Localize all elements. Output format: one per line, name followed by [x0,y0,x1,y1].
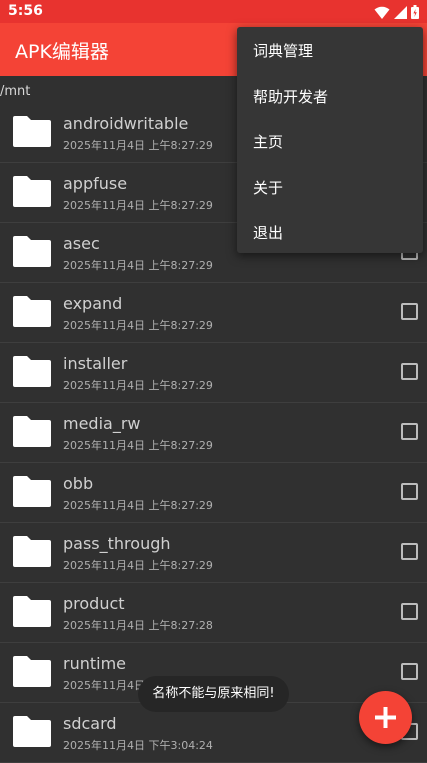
file-row-pass-through[interactable]: pass_through 2025年11月4日 上午8:27:29 [0,523,427,583]
file-name: obb [63,474,94,493]
file-date: 2025年11月4日 下午3:04:24 [63,739,213,752]
file-name: media_rw [63,414,141,433]
select-checkbox[interactable] [401,423,418,440]
file-date: 2025年11月4日 上午8:27:29 [63,439,213,452]
status-icons [374,4,419,20]
folder-icon [13,356,51,387]
status-time: 5:56 [8,3,43,19]
toast-message: 名称不能与原来相同! [138,676,289,712]
file-name: product [63,594,125,613]
file-date: 2025年11月4日 上午8:27:29 [63,199,213,212]
signal-icon [394,5,407,19]
folder-icon [13,536,51,567]
menu-item-exit[interactable]: 退出 [237,211,423,257]
select-checkbox[interactable] [401,483,418,500]
file-row-installer[interactable]: installer 2025年11月4日 上午8:27:29 [0,343,427,403]
folder-icon [13,716,51,747]
overflow-menu: 词典管理 帮助开发者 主页 关于 退出 [237,27,423,253]
file-name: asec [63,234,100,253]
file-date: 2025年11月4日 上午8:27:29 [63,259,213,272]
select-checkbox[interactable] [401,543,418,560]
folder-icon [13,476,51,507]
file-date: 2025年11月4日 上午8:27:28 [63,619,213,632]
select-checkbox[interactable] [401,663,418,680]
file-row-media-rw[interactable]: media_rw 2025年11月4日 上午8:27:29 [0,403,427,463]
file-date: 2025年11月4日 上午8:27:29 [63,139,213,152]
folder-icon [13,596,51,627]
battery-icon [411,5,419,19]
menu-item-home[interactable]: 主页 [237,120,423,166]
file-name: pass_through [63,534,171,553]
folder-icon [13,116,51,147]
select-checkbox[interactable] [401,363,418,380]
file-row-expand[interactable]: expand 2025年11月4日 上午8:27:29 [0,283,427,343]
file-name: androidwritable [63,114,189,133]
file-name: runtime [63,654,127,673]
folder-icon [13,296,51,327]
select-checkbox[interactable] [401,303,418,320]
file-row-obb[interactable]: obb 2025年11月4日 上午8:27:29 [0,463,427,523]
folder-icon [13,236,51,267]
file-date: 2025年11月4日 上午8:27:29 [63,559,213,572]
menu-item-dictionary[interactable]: 词典管理 [237,29,423,75]
status-bar: 5:56 [0,0,427,23]
file-row-product[interactable]: product 2025年11月4日 上午8:27:28 [0,583,427,643]
file-name: installer [63,354,128,373]
select-checkbox[interactable] [401,603,418,620]
app-title: APK编辑器 [15,41,109,63]
plus-icon [375,707,396,728]
file-date: 2025年11月4日 上午8:27:29 [63,379,213,392]
menu-item-about[interactable]: 关于 [237,166,423,212]
file-date: 2025年11月4日 上午8:27:29 [63,499,213,512]
folder-icon [13,176,51,207]
file-date: 2025年11月4日 上午8:27:29 [63,319,213,332]
file-name: expand [63,294,123,313]
folder-icon [13,416,51,447]
folder-icon [13,656,51,687]
file-name: sdcard [63,714,117,733]
current-path: /mnt [0,84,31,99]
file-date: 2025年11月4日 [63,679,145,692]
menu-item-help-developer[interactable]: 帮助开发者 [237,75,423,121]
add-fab-button[interactable] [359,691,412,744]
wifi-icon [374,6,390,19]
file-name: appfuse [63,174,128,193]
